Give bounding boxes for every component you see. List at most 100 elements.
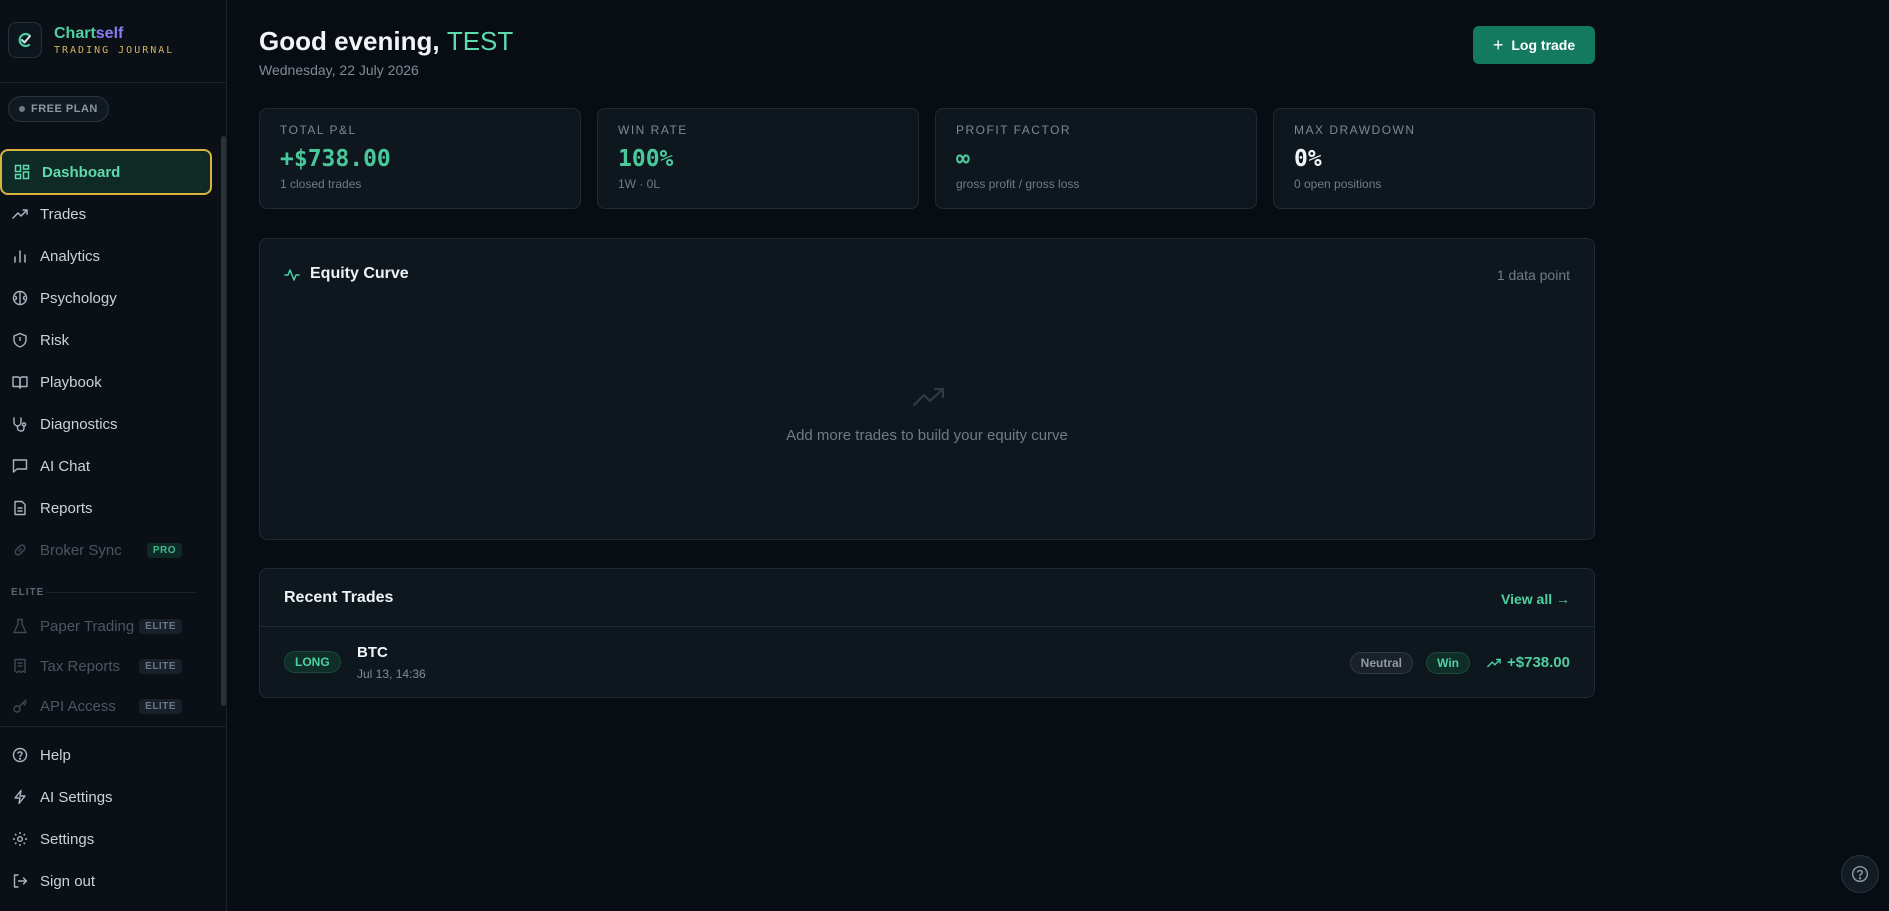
- elite-tag: ELITE: [139, 658, 182, 674]
- sidebar-item-label: Help: [40, 746, 71, 764]
- divider: [46, 592, 196, 593]
- stethoscope-icon: [12, 416, 28, 432]
- greeting-text: Good evening,: [259, 26, 440, 56]
- stat-value: ∞: [956, 146, 970, 172]
- brand-subtitle: TRADING JOURNAL: [54, 44, 175, 56]
- emotion-badge: Neutral: [1349, 652, 1413, 674]
- log-trade-label: Log trade: [1511, 37, 1576, 53]
- elite-tag: ELITE: [139, 618, 182, 634]
- stat-label: PROFIT FACTOR: [956, 123, 1072, 137]
- sidebar-item-help[interactable]: Help: [0, 735, 212, 775]
- bolt-icon: [12, 789, 28, 805]
- logo-icon: [8, 22, 42, 58]
- log-trade-button[interactable]: + Log trade: [1473, 26, 1595, 64]
- chat-icon: [12, 458, 28, 474]
- plus-icon: +: [1492, 34, 1504, 55]
- side-badge: LONG: [284, 651, 341, 673]
- sidebar-item-playbook[interactable]: Playbook: [0, 362, 212, 402]
- plan-label: FREE PLAN: [31, 103, 98, 115]
- pnl-value: +$738.00: [1507, 654, 1570, 671]
- sidebar-item-label: Reports: [40, 499, 93, 517]
- user-name: TEST: [446, 26, 514, 56]
- stat-label: WIN RATE: [618, 123, 688, 137]
- sidebar-item-label: AI Settings: [40, 788, 113, 806]
- brand-name: Chartself: [54, 24, 124, 42]
- sidebar-item-label: Settings: [40, 830, 95, 848]
- elite-tag: ELITE: [139, 698, 182, 714]
- trending-up-icon: [12, 206, 28, 222]
- equity-curve-panel: Equity Curve 1 data point Add more trade…: [259, 238, 1595, 540]
- sidebar-item-label: Dashboard: [42, 163, 121, 181]
- sidebar-item-ai-settings[interactable]: AI Settings: [0, 777, 212, 817]
- plan-badge[interactable]: FREE PLAN: [8, 96, 109, 122]
- help-circle-icon: [1851, 865, 1869, 883]
- current-date: Wednesday, 22 July 2026: [259, 62, 419, 78]
- sidebar-item-label: Diagnostics: [40, 415, 118, 433]
- sidebar-item-broker-sync[interactable]: Broker Sync PRO: [0, 530, 212, 570]
- stat-value: +$738.00: [280, 146, 391, 172]
- bar-chart-icon: [12, 248, 28, 264]
- stat-sub: gross profit / gross loss: [956, 177, 1080, 191]
- stat-sub: 1 closed trades: [280, 177, 362, 191]
- sidebar-item-label: AI Chat: [40, 457, 91, 475]
- trade-pnl: +$738.00: [1487, 654, 1570, 671]
- sidebar-item-label: Tax Reports: [40, 657, 121, 675]
- trade-time: Jul 13, 14:36: [357, 667, 426, 681]
- shield-icon: [12, 332, 28, 348]
- sidebar-item-ai-chat[interactable]: AI Chat: [0, 446, 212, 486]
- sidebar-item-sign-out[interactable]: Sign out: [0, 861, 212, 901]
- sidebar-item-diagnostics[interactable]: Diagnostics: [0, 404, 212, 444]
- view-all-link[interactable]: View all →: [1501, 591, 1570, 607]
- elite-section-label: ELITE: [11, 587, 45, 598]
- stat-sub: 0 open positions: [1294, 177, 1382, 191]
- dot-icon: [19, 106, 25, 112]
- sidebar-item-label: Broker Sync: [40, 541, 122, 559]
- equity-title: Equity Curve: [310, 265, 409, 282]
- sidebar: Chartself TRADING JOURNAL FREE PLAN Dash…: [0, 0, 227, 911]
- brand[interactable]: Chartself TRADING JOURNAL: [8, 22, 174, 58]
- sidebar-item-label: Paper Trading: [40, 617, 135, 635]
- empty-state-message: Add more trades to build your equity cur…: [786, 427, 1068, 444]
- sidebar-item-trades[interactable]: Trades: [0, 194, 212, 234]
- sidebar-item-analytics[interactable]: Analytics: [0, 236, 212, 276]
- stat-label: TOTAL P&L: [280, 123, 357, 137]
- sidebar-item-settings[interactable]: Settings: [0, 819, 212, 859]
- sidebar-item-tax-reports[interactable]: Tax Reports ELITE: [0, 646, 212, 686]
- table-row[interactable]: LONG BTC Jul 13, 14:36 Neutral Win +$738…: [260, 627, 1594, 697]
- result-badge: Win: [1426, 652, 1470, 674]
- sidebar-item-label: Trades: [40, 205, 87, 223]
- floating-help-button[interactable]: [1841, 855, 1879, 893]
- recent-trades-panel: Recent Trades View all → LONG BTC Jul 13…: [259, 568, 1595, 698]
- sidebar-item-api-access[interactable]: API Access ELITE: [0, 686, 212, 726]
- activity-icon: [284, 267, 300, 288]
- sidebar-item-risk[interactable]: Risk: [0, 320, 212, 360]
- trade-symbol: BTC: [357, 644, 388, 661]
- sidebar-item-label: Analytics: [40, 247, 101, 265]
- stat-card-total-pnl: TOTAL P&L +$738.00 1 closed trades: [259, 108, 581, 209]
- help-circle-icon: [12, 747, 28, 763]
- sidebar-item-paper-trading[interactable]: Paper Trading ELITE: [0, 606, 212, 646]
- stat-card-win-rate: WIN RATE 100% 1W · 0L: [597, 108, 919, 209]
- key-icon: [12, 698, 28, 714]
- trending-up-icon: [1487, 658, 1501, 667]
- stat-value: 0%: [1294, 146, 1322, 172]
- page-title: Good evening, TEST: [259, 26, 513, 57]
- sidebar-item-dashboard[interactable]: Dashboard: [0, 149, 212, 195]
- divider: [0, 82, 226, 83]
- dashboard-icon: [14, 164, 30, 180]
- stat-card-max-drawdown: MAX DRAWDOWN 0% 0 open positions: [1273, 108, 1595, 209]
- divider: [0, 726, 226, 727]
- trending-up-icon: [912, 385, 946, 414]
- pro-tag: PRO: [146, 542, 182, 558]
- data-point-count: 1 data point: [1496, 267, 1570, 283]
- sidebar-item-label: Playbook: [40, 373, 102, 391]
- sidebar-item-label: API Access: [40, 697, 116, 715]
- receipt-icon: [12, 658, 28, 674]
- stat-sub: 1W · 0L: [618, 177, 661, 191]
- sidebar-item-reports[interactable]: Reports: [0, 488, 212, 528]
- stat-card-profit-factor: PROFIT FACTOR ∞ gross profit / gross los…: [935, 108, 1257, 209]
- sidebar-item-psychology[interactable]: Psychology: [0, 278, 212, 318]
- gear-icon: [12, 831, 28, 847]
- recent-trades-title: Recent Trades: [284, 589, 394, 606]
- sidebar-scrollbar[interactable]: [221, 136, 226, 706]
